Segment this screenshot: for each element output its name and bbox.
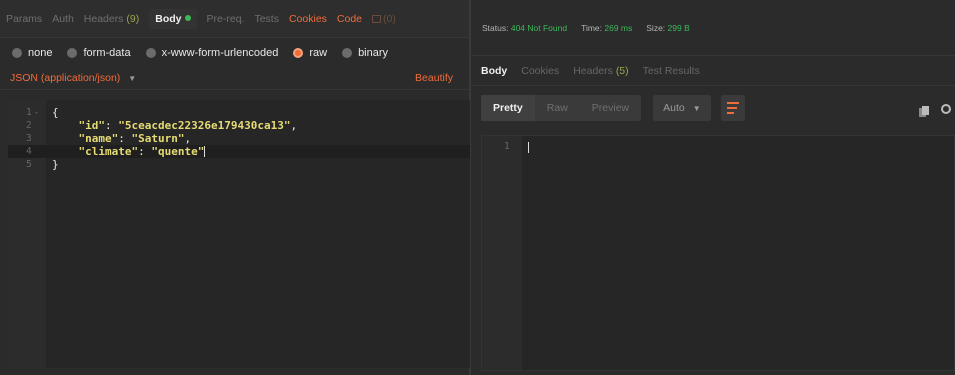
time-value[interactable]: 269 ms (604, 23, 632, 33)
wrap-lines-button[interactable] (720, 95, 745, 121)
view-mode-toggle: Pretty Raw Preview (481, 95, 642, 121)
time-info: Time: 269 ms (581, 23, 632, 33)
line-number: 2 (26, 120, 32, 131)
body-type-radios: none form-data x-www-form-urlencoded raw… (0, 40, 469, 66)
radio-binary-label: binary (358, 47, 389, 59)
request-panel: Params Auth Headers (9) Body Pre-req. Te… (0, 0, 470, 375)
comments-button[interactable]: (0) (372, 13, 396, 25)
view-pretty-button[interactable]: Pretty (481, 95, 535, 121)
copy-icon[interactable] (919, 106, 929, 117)
json-value: "Saturn" (131, 132, 185, 145)
content-type-select[interactable]: JSON (application/json) ▼ (10, 72, 136, 84)
tab-body-label: Body (155, 12, 182, 25)
size-info: Size: 299 B (646, 23, 690, 33)
json-key: "climate" (78, 145, 139, 158)
text-cursor (204, 146, 206, 157)
tab-params[interactable]: Params (6, 13, 42, 25)
code-link[interactable]: Code (337, 13, 362, 25)
code-text: } (52, 158, 59, 171)
text-cursor (528, 142, 529, 153)
request-tabs: Params Auth Headers (9) Body Pre-req. Te… (0, 0, 469, 38)
radio-urlencoded[interactable]: x-www-form-urlencoded (145, 47, 279, 59)
response-toolbar: Pretty Raw Preview Auto ▼ (471, 86, 955, 130)
format-label: Auto (663, 102, 685, 114)
json-value: "5ceacdec22326e179430ca13" (118, 119, 291, 132)
tab-auth[interactable]: Auth (52, 13, 74, 25)
line-number: 4 (26, 146, 32, 157)
line-number: 1 (26, 107, 32, 118)
radio-bullet-checked-icon (293, 48, 304, 58)
json-punct: , (184, 132, 192, 145)
search-icon[interactable] (941, 104, 951, 114)
status-value[interactable]: 404 Not Found (511, 23, 567, 33)
status-info: Status: 404 Not Found (482, 23, 567, 33)
radio-urlencoded-label: x-www-form-urlencoded (161, 47, 279, 59)
radio-binary[interactable]: binary (342, 47, 388, 59)
code-text: "name": "Saturn", (78, 132, 192, 145)
cookies-link[interactable]: Cookies (289, 13, 327, 25)
chevron-down-icon: ▼ (128, 73, 137, 83)
editor-line: 3 "name": "Saturn", (8, 132, 470, 145)
status-label: Status: (482, 22, 509, 33)
wrap-lines-icon (726, 102, 739, 104)
code-text: "climate": "quente" (78, 145, 206, 158)
radio-none-label: none (28, 47, 53, 59)
response-tabs: Body Cookies Headers (5) Test Results (471, 56, 955, 86)
response-status-bar: Status: 404 Not Found Time: 269 ms Size:… (471, 0, 955, 56)
format-select[interactable]: Auto ▼ (653, 95, 711, 121)
size-value[interactable]: 299 B (668, 23, 690, 33)
radio-raw-label: raw (309, 47, 328, 59)
code-text: { (52, 106, 59, 119)
response-panel: Status: 404 Not Found Time: 269 ms Size:… (471, 0, 955, 375)
view-preview-button[interactable]: Preview (580, 95, 641, 121)
line-number: 5 (26, 159, 32, 170)
request-body-editor[interactable]: 1 - { 2 "id": "5ceacdec22326e179430ca13"… (8, 100, 470, 368)
content-type-label: JSON (application/json) (10, 71, 121, 84)
json-key: "id" (78, 119, 106, 132)
tab-response-headers-count: (5) (615, 64, 629, 77)
tab-body[interactable]: Body (149, 8, 197, 29)
radio-bullet-icon (67, 48, 78, 58)
beautify-button[interactable]: Beautify (415, 72, 453, 84)
tab-tests[interactable]: Tests (254, 13, 279, 25)
editor-line: 1 - { (8, 106, 470, 119)
tab-response-headers[interactable]: Headers (5) (573, 65, 628, 77)
chevron-down-icon: ▼ (692, 104, 701, 113)
fold-icon[interactable]: - (34, 106, 39, 119)
radio-form-data-label: form-data (83, 47, 131, 59)
response-gutter (482, 136, 522, 370)
radio-bullet-icon (145, 48, 156, 58)
line-number: 1 (504, 141, 510, 152)
radio-none[interactable]: none (12, 47, 52, 59)
tab-response-body[interactable]: Body (481, 65, 507, 77)
body-active-dot-icon (184, 14, 191, 21)
view-raw-button[interactable]: Raw (535, 95, 580, 121)
response-body-viewer[interactable]: 1 (481, 135, 955, 371)
editor-line: 2 "id": "5ceacdec22326e179430ca13", (8, 119, 470, 132)
code-text: "id": "5ceacdec22326e179430ca13", (78, 119, 298, 132)
content-type-row: JSON (application/json) ▼ Beautify (0, 66, 469, 90)
speech-bubble-icon (372, 14, 382, 23)
radio-bullet-icon (342, 48, 353, 58)
size-label: Size: (646, 22, 666, 33)
tab-response-headers-label: Headers (573, 64, 613, 77)
tab-response-cookies[interactable]: Cookies (521, 65, 559, 77)
editor-line: 5 } (8, 158, 470, 171)
radio-form-data[interactable]: form-data (67, 47, 131, 59)
radio-bullet-icon (12, 48, 22, 58)
tab-headers[interactable]: Headers (9) (84, 13, 139, 25)
radio-raw[interactable]: raw (293, 47, 327, 59)
time-label: Time: (581, 22, 603, 33)
json-value: "quente" (151, 145, 205, 158)
json-punct: , (290, 119, 298, 132)
editor-line-current: 4 "climate": "quente" (8, 145, 470, 158)
tab-headers-label: Headers (83, 12, 124, 25)
comments-count: (0) (383, 12, 396, 25)
line-number: 3 (26, 133, 32, 144)
tab-prereq[interactable]: Pre-req. (207, 13, 245, 25)
tab-headers-count: (9) (126, 12, 140, 25)
response-line: 1 (482, 140, 954, 154)
tab-test-results[interactable]: Test Results (643, 65, 700, 77)
json-key: "name" (78, 132, 119, 145)
